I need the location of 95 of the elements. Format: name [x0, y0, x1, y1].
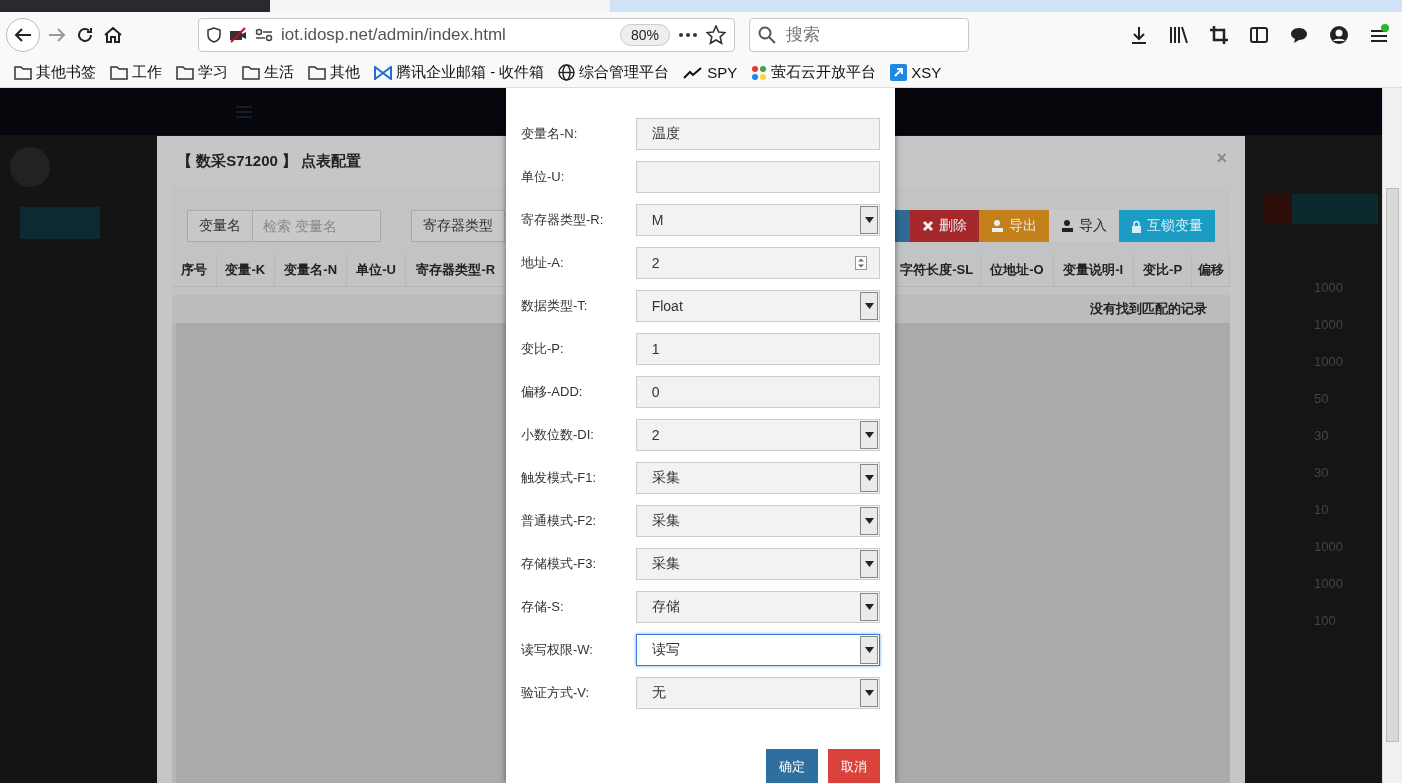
search-field[interactable]: 检索 变量名: [253, 210, 381, 242]
caret-icon: [864, 217, 874, 223]
folder-icon: [110, 65, 128, 80]
field-label: 偏移-ADD:: [521, 383, 584, 401]
bookmark-item[interactable]: 生活: [242, 63, 294, 82]
globe-icon: [558, 64, 576, 81]
caret-icon: [864, 604, 874, 610]
field-label: 寄存器类型-R:: [521, 211, 605, 229]
bookmark-item[interactable]: 腾讯企业邮箱 - 收件箱: [374, 63, 545, 82]
bookmark-item[interactable]: 工作: [110, 63, 162, 82]
star-icon[interactable]: [706, 25, 726, 45]
number-field[interactable]: 2: [635, 247, 880, 279]
caret-icon: [864, 432, 874, 438]
camera-blocked-icon: [229, 27, 247, 43]
field-label: 单位-U:: [521, 168, 566, 186]
crop-icon[interactable]: [1208, 24, 1230, 46]
cross-icon: [922, 220, 934, 232]
user-icon: [1061, 219, 1074, 233]
field-label: 普通模式-F2:: [521, 512, 598, 530]
confirm-button[interactable]: 确定: [766, 749, 818, 783]
modal-title: 【 数采S71200 】 点表配置: [177, 151, 362, 171]
dots-icon: [751, 64, 768, 81]
select-field[interactable]: 无: [635, 677, 880, 709]
column-header: 单位-U: [347, 254, 406, 286]
caret-icon: [864, 518, 874, 524]
field-label: 读写权限-W:: [521, 641, 594, 659]
bookmark-item[interactable]: XSY: [890, 64, 942, 81]
shield-icon: [207, 27, 221, 43]
select-field[interactable]: Float: [635, 290, 880, 322]
caret-icon: [864, 303, 874, 309]
permissions-icon: [255, 28, 273, 42]
select-field[interactable]: 2: [635, 419, 880, 451]
field-label: 触发模式-F1:: [521, 469, 598, 487]
text-field[interactable]: [635, 161, 880, 193]
caret-icon: [864, 475, 874, 481]
column-header: 位地址-O: [981, 254, 1054, 286]
column-header: 变量说明-I: [1053, 254, 1134, 286]
column-header: 序号: [172, 254, 217, 286]
caret-icon: [864, 690, 874, 696]
bookmark-item[interactable]: 综合管理平台: [558, 63, 670, 82]
folder-icon: [308, 65, 326, 80]
select-field[interactable]: 采集: [635, 462, 880, 494]
lock-icon: [1131, 219, 1142, 233]
select-field[interactable]: 存储: [635, 591, 880, 623]
select-field[interactable]: 采集: [635, 548, 880, 580]
home-icon[interactable]: [102, 24, 124, 46]
text-field[interactable]: 1: [635, 333, 880, 365]
field-label: 小数位数-DI:: [521, 426, 595, 444]
bowtie-icon: [374, 65, 392, 80]
squiggle-icon: [683, 66, 704, 79]
cancel-button[interactable]: 取消: [828, 749, 880, 783]
user-upload-icon: [991, 219, 1004, 233]
import-button[interactable]: 导入: [1049, 210, 1119, 242]
column-header: 变量名-N: [275, 254, 348, 286]
column-header: 偏移: [1192, 254, 1230, 286]
back-icon: [14, 27, 32, 43]
field-label: 数据类型-T:: [521, 297, 589, 315]
bookmark-item[interactable]: 其他书签: [14, 63, 96, 82]
bookmark-item[interactable]: 萤石云开放平台: [751, 63, 877, 82]
column-header: 变量-K: [216, 254, 276, 286]
folder-icon: [242, 65, 260, 80]
text-field[interactable]: 温度: [635, 118, 880, 150]
scrollbar[interactable]: [1382, 88, 1402, 783]
bookmark-item[interactable]: 学习: [176, 63, 228, 82]
column-header: 变比-P: [1133, 254, 1193, 286]
delete-button[interactable]: 删除: [910, 210, 979, 242]
account-icon[interactable]: [1328, 24, 1350, 46]
folder-icon: [176, 65, 194, 80]
address-bar[interactable]: iot.idosp.net/admin/index.html 80%: [198, 18, 735, 52]
text-field[interactable]: 0: [635, 376, 880, 408]
select-field[interactable]: 采集: [635, 505, 880, 537]
field-label: 变比-P:: [521, 340, 565, 358]
select-field[interactable]: M: [635, 204, 880, 236]
library-icon[interactable]: [1168, 24, 1190, 46]
select-field[interactable]: 读写: [635, 634, 880, 666]
field-label: 地址-A:: [521, 254, 565, 272]
more-icon[interactable]: [678, 32, 698, 38]
bookmark-item[interactable]: 其他: [308, 63, 360, 82]
folder-icon: [14, 65, 32, 80]
bookmark-item[interactable]: SPY: [683, 64, 738, 81]
sidebar-icon[interactable]: [1248, 24, 1270, 46]
input-label: 变量名: [187, 210, 253, 242]
caret-icon: [864, 647, 874, 653]
search-field[interactable]: 搜索: [749, 18, 969, 52]
zoom-level[interactable]: 80%: [619, 24, 670, 46]
field-label: 验证方式-V:: [521, 684, 591, 702]
back-button[interactable]: [6, 18, 40, 52]
empty-message: 没有找到匹配的记录: [1090, 300, 1207, 318]
field-label: 变量名-N:: [521, 125, 579, 143]
url-text: iot.idosp.net/admin/index.html: [281, 25, 507, 45]
filter-button[interactable]: 寄存器类型: [411, 210, 505, 242]
caret-icon: [864, 561, 874, 567]
field-label: 存储模式-F3:: [521, 555, 598, 573]
field-label: 存储-S:: [521, 598, 565, 616]
spinner-icon: [855, 256, 867, 270]
